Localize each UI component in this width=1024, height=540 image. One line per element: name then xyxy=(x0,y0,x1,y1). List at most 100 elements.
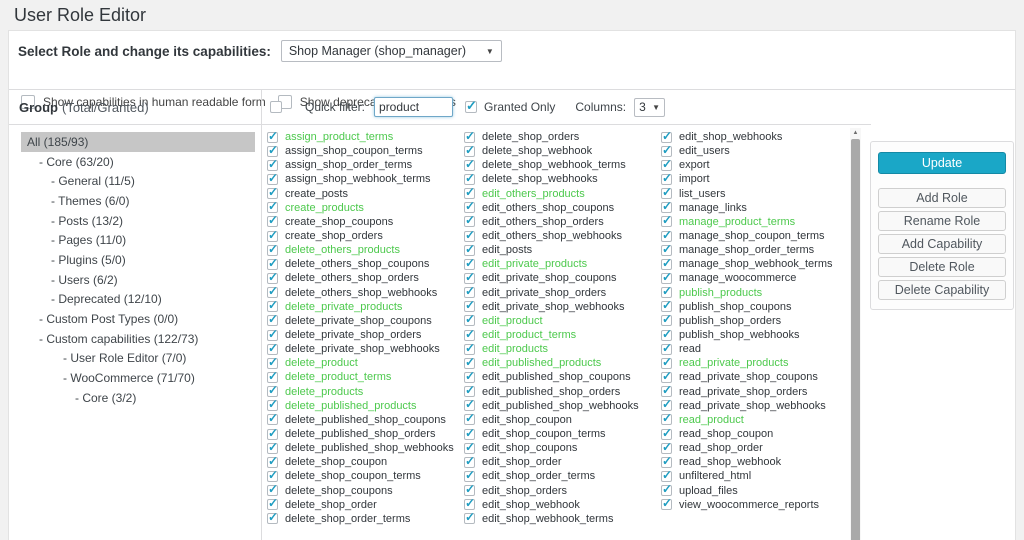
capability-checkbox[interactable] xyxy=(464,372,475,383)
capability-checkbox[interactable] xyxy=(267,429,278,440)
capability-group-item[interactable]: - Deprecated (12/10) xyxy=(21,290,255,310)
update-button[interactable]: Update xyxy=(878,152,1006,174)
capability-checkbox[interactable] xyxy=(464,132,475,143)
capability-checkbox[interactable] xyxy=(464,160,475,171)
role-action-button[interactable]: Delete Role xyxy=(878,257,1006,277)
capability-checkbox[interactable] xyxy=(267,372,278,383)
capability-checkbox[interactable] xyxy=(661,287,672,298)
capability-checkbox[interactable] xyxy=(661,485,672,496)
capability-checkbox[interactable] xyxy=(267,330,278,341)
capability-checkbox[interactable] xyxy=(661,174,672,185)
capability-checkbox[interactable] xyxy=(464,429,475,440)
capability-checkbox[interactable] xyxy=(267,202,278,213)
capability-checkbox[interactable] xyxy=(267,457,278,468)
capability-checkbox[interactable] xyxy=(661,457,672,468)
capability-checkbox[interactable] xyxy=(464,146,475,157)
capability-checkbox[interactable] xyxy=(661,188,672,199)
capability-checkbox[interactable] xyxy=(464,301,475,312)
columns-select[interactable]: 3 ▼ xyxy=(634,98,665,117)
scroll-up-icon[interactable]: ▲ xyxy=(850,128,861,138)
capability-checkbox[interactable] xyxy=(267,471,278,482)
granted-only-checkbox[interactable] xyxy=(465,101,477,113)
role-action-button[interactable]: Rename Role xyxy=(878,211,1006,231)
capability-checkbox[interactable] xyxy=(464,245,475,256)
capability-checkbox[interactable] xyxy=(464,457,475,468)
capability-checkbox[interactable] xyxy=(267,400,278,411)
capability-group-item[interactable]: - Posts (13/2) xyxy=(21,211,255,231)
capability-checkbox[interactable] xyxy=(661,414,672,425)
capability-checkbox[interactable] xyxy=(267,245,278,256)
capability-group-item[interactable]: - General (11/5) xyxy=(21,171,255,191)
capability-checkbox[interactable] xyxy=(661,259,672,270)
capability-checkbox[interactable] xyxy=(464,499,475,510)
capability-checkbox[interactable] xyxy=(464,202,475,213)
capability-checkbox[interactable] xyxy=(661,499,672,510)
capability-checkbox[interactable] xyxy=(661,146,672,157)
capability-checkbox[interactable] xyxy=(267,315,278,326)
capability-checkbox[interactable] xyxy=(661,245,672,256)
capability-group-item[interactable]: - Pages (11/0) xyxy=(21,230,255,250)
capability-checkbox[interactable] xyxy=(464,315,475,326)
vertical-scrollbar[interactable]: ▲ xyxy=(850,128,861,540)
capability-group-item[interactable]: - Users (6/2) xyxy=(21,270,255,290)
capability-group-item[interactable]: - Custom Post Types (0/0) xyxy=(21,309,255,329)
capability-checkbox[interactable] xyxy=(464,231,475,242)
capability-checkbox[interactable] xyxy=(661,231,672,242)
capability-checkbox[interactable] xyxy=(661,443,672,454)
capability-group-item[interactable]: - WooCommerce (71/70) xyxy=(21,368,255,388)
capability-checkbox[interactable] xyxy=(267,344,278,355)
capability-checkbox[interactable] xyxy=(661,301,672,312)
capability-checkbox[interactable] xyxy=(464,287,475,298)
capability-checkbox[interactable] xyxy=(267,513,278,524)
capability-checkbox[interactable] xyxy=(661,386,672,397)
scrollbar-thumb[interactable] xyxy=(851,139,860,540)
capability-checkbox[interactable] xyxy=(661,358,672,369)
capability-group-item[interactable]: - Core (3/2) xyxy=(21,388,255,408)
capability-checkbox[interactable] xyxy=(267,188,278,199)
capability-checkbox[interactable] xyxy=(661,330,672,341)
select-all-checkbox[interactable] xyxy=(270,101,282,113)
capability-checkbox[interactable] xyxy=(267,160,278,171)
capability-checkbox[interactable] xyxy=(267,443,278,454)
capability-checkbox[interactable] xyxy=(464,414,475,425)
capability-checkbox[interactable] xyxy=(464,400,475,411)
capability-group-item[interactable]: - Core (63/20) xyxy=(21,152,255,172)
capability-checkbox[interactable] xyxy=(464,330,475,341)
capability-checkbox[interactable] xyxy=(464,485,475,496)
capability-checkbox[interactable] xyxy=(464,216,475,227)
capability-checkbox[interactable] xyxy=(464,188,475,199)
capability-checkbox[interactable] xyxy=(661,429,672,440)
capability-checkbox[interactable] xyxy=(661,372,672,383)
capability-checkbox[interactable] xyxy=(267,287,278,298)
capability-checkbox[interactable] xyxy=(267,273,278,284)
capability-group-item[interactable]: All (185/93) xyxy=(21,132,255,152)
capability-checkbox[interactable] xyxy=(464,513,475,524)
capability-checkbox[interactable] xyxy=(267,216,278,227)
capability-checkbox[interactable] xyxy=(267,174,278,185)
capability-group-item[interactable]: - Custom capabilities (122/73) xyxy=(21,329,255,349)
capability-checkbox[interactable] xyxy=(661,400,672,411)
capability-checkbox[interactable] xyxy=(661,471,672,482)
capability-checkbox[interactable] xyxy=(267,414,278,425)
capability-checkbox[interactable] xyxy=(464,259,475,270)
capability-checkbox[interactable] xyxy=(267,146,278,157)
capability-checkbox[interactable] xyxy=(661,273,672,284)
capability-checkbox[interactable] xyxy=(661,315,672,326)
capability-group-item[interactable]: - Plugins (5/0) xyxy=(21,250,255,270)
capability-checkbox[interactable] xyxy=(464,273,475,284)
capability-checkbox[interactable] xyxy=(464,471,475,482)
capability-checkbox[interactable] xyxy=(267,358,278,369)
capability-checkbox[interactable] xyxy=(267,301,278,312)
capability-checkbox[interactable] xyxy=(267,386,278,397)
capability-checkbox[interactable] xyxy=(661,216,672,227)
capability-checkbox[interactable] xyxy=(464,344,475,355)
capability-checkbox[interactable] xyxy=(464,443,475,454)
capability-checkbox[interactable] xyxy=(267,259,278,270)
capability-group-item[interactable]: - Themes (6/0) xyxy=(21,191,255,211)
capability-checkbox[interactable] xyxy=(267,499,278,510)
capability-checkbox[interactable] xyxy=(464,174,475,185)
capability-checkbox[interactable] xyxy=(661,160,672,171)
capability-group-item[interactable]: - User Role Editor (7/0) xyxy=(21,349,255,369)
role-action-button[interactable]: Add Capability xyxy=(878,234,1006,254)
capability-checkbox[interactable] xyxy=(661,132,672,143)
